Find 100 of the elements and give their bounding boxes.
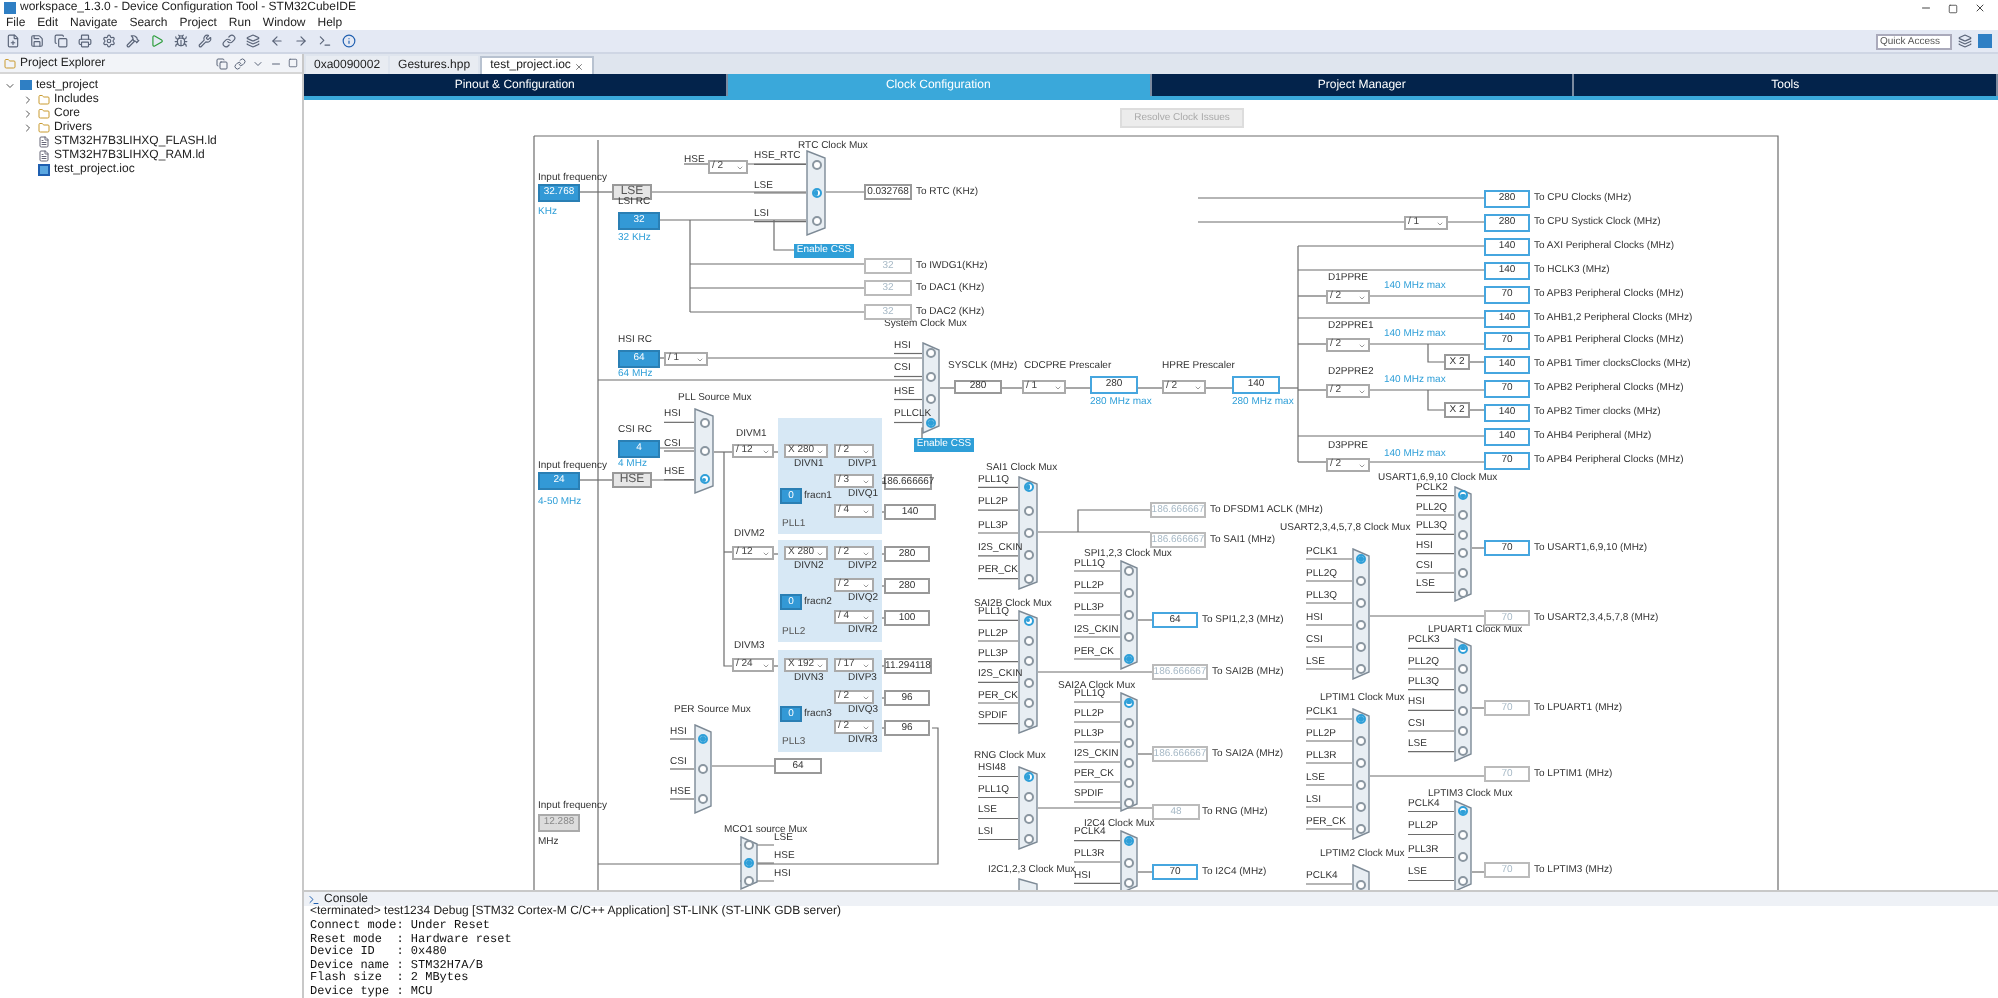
copy-icon[interactable] — [54, 34, 68, 48]
radio-button[interactable] — [1124, 777, 1134, 787]
minimize-icon[interactable] — [270, 57, 282, 69]
radio-button[interactable] — [1458, 490, 1468, 501]
radio-button[interactable] — [1023, 573, 1033, 584]
radio-button[interactable] — [1023, 636, 1033, 646]
maximize-icon[interactable] — [288, 58, 298, 68]
radio-button[interactable] — [699, 417, 709, 428]
radio-button[interactable] — [1124, 857, 1134, 867]
radio-button[interactable] — [1356, 758, 1366, 768]
radio-button[interactable] — [811, 188, 821, 198]
expand-chevron-icon[interactable] — [22, 121, 34, 133]
radio-button[interactable] — [1124, 588, 1134, 598]
radio-button[interactable] — [1458, 852, 1468, 863]
radio-button[interactable] — [1124, 632, 1134, 642]
radio-button[interactable] — [744, 840, 754, 850]
radio-button[interactable] — [1023, 550, 1033, 561]
radio-button[interactable] — [1458, 875, 1468, 886]
back-arrow-icon[interactable] — [270, 34, 284, 48]
expand-chevron-icon[interactable] — [22, 93, 34, 105]
radio-button[interactable] — [1124, 717, 1134, 727]
radio-button[interactable] — [1458, 726, 1468, 736]
radio-button[interactable] — [699, 474, 709, 485]
save-icon[interactable] — [30, 34, 44, 48]
radio-button[interactable] — [1023, 505, 1033, 516]
close-icon[interactable] — [1974, 2, 1986, 14]
radio-button[interactable] — [1458, 529, 1468, 540]
radio-button[interactable] — [744, 858, 754, 868]
radio-button[interactable] — [1023, 698, 1033, 708]
radio-button[interactable] — [698, 734, 708, 744]
radio-button[interactable] — [1356, 736, 1366, 746]
hammer-icon[interactable] — [126, 34, 140, 48]
radio-button[interactable] — [1124, 566, 1134, 576]
radio-button[interactable] — [811, 216, 821, 227]
terminal-icon[interactable] — [318, 34, 332, 48]
radio-button[interactable] — [1124, 757, 1134, 767]
radio-button[interactable] — [744, 876, 754, 886]
new-file-icon[interactable] — [6, 34, 20, 48]
radio-button[interactable] — [1023, 792, 1033, 803]
radio-button[interactable] — [1356, 576, 1366, 586]
radio-button[interactable] — [1356, 824, 1366, 834]
radio-button[interactable] — [699, 446, 709, 456]
radio-button[interactable] — [1458, 643, 1468, 654]
radio-button[interactable] — [1356, 642, 1366, 652]
radio-button[interactable] — [698, 764, 708, 774]
radio-button[interactable] — [1124, 878, 1134, 889]
radio-button[interactable] — [1356, 598, 1366, 608]
radio-button[interactable] — [1356, 554, 1366, 564]
radio-button[interactable] — [1458, 664, 1468, 674]
collapse-all-icon[interactable] — [216, 57, 228, 69]
radio-button[interactable] — [926, 371, 936, 382]
radio-button[interactable] — [1356, 664, 1366, 674]
layers-icon[interactable] — [246, 34, 260, 48]
link-icon[interactable] — [222, 34, 236, 48]
radio-button[interactable] — [926, 394, 936, 405]
radio-button[interactable] — [1458, 806, 1468, 817]
view-menu-icon[interactable] — [252, 57, 264, 69]
radio-button[interactable] — [1023, 834, 1033, 845]
radio-button[interactable] — [1023, 718, 1033, 729]
maximize-icon[interactable] — [1948, 3, 1958, 13]
radio-button[interactable] — [926, 417, 936, 428]
radio-button[interactable] — [811, 159, 821, 170]
radio-button[interactable] — [1023, 615, 1033, 626]
minimize-icon[interactable] — [1920, 2, 1932, 14]
radio-button[interactable] — [1458, 548, 1468, 559]
radio-button[interactable] — [1124, 797, 1134, 807]
radio-button[interactable] — [1023, 771, 1033, 782]
run-icon[interactable] — [150, 34, 164, 48]
expand-chevron-icon[interactable] — [22, 107, 34, 119]
radio-button[interactable] — [1023, 813, 1033, 824]
radio-button[interactable] — [1356, 714, 1366, 724]
radio-button[interactable] — [1458, 705, 1468, 716]
radio-button[interactable] — [1124, 697, 1134, 707]
radio-button[interactable] — [1458, 829, 1468, 840]
radio-button[interactable] — [1356, 780, 1366, 790]
radio-button[interactable] — [1458, 684, 1468, 695]
wrench-icon[interactable] — [198, 34, 212, 48]
radio-button[interactable] — [1124, 654, 1134, 664]
radio-button[interactable] — [1458, 746, 1468, 757]
radio-button[interactable] — [1023, 482, 1033, 493]
radio-button[interactable] — [1023, 677, 1033, 688]
radio-button[interactable] — [1458, 510, 1468, 520]
radio-button[interactable] — [1124, 737, 1134, 747]
radio-button[interactable] — [1356, 802, 1366, 812]
radio-button[interactable] — [1356, 620, 1366, 630]
link-icon[interactable] — [234, 57, 246, 69]
info-icon[interactable] — [342, 34, 356, 48]
radio-button[interactable] — [1458, 568, 1468, 578]
radio-button[interactable] — [1124, 610, 1134, 620]
settings-icon[interactable] — [102, 34, 116, 48]
radio-button[interactable] — [1124, 835, 1134, 846]
perspective-icon[interactable] — [1958, 34, 1972, 48]
radio-button[interactable] — [1023, 528, 1033, 538]
radio-button[interactable] — [698, 794, 708, 804]
radio-button[interactable] — [926, 348, 936, 359]
radio-button[interactable] — [1458, 587, 1468, 598]
print-icon[interactable] — [78, 34, 92, 48]
expand-chevron-icon[interactable] — [4, 79, 16, 91]
forward-arrow-icon[interactable] — [294, 34, 308, 48]
radio-button[interactable] — [1023, 656, 1033, 667]
